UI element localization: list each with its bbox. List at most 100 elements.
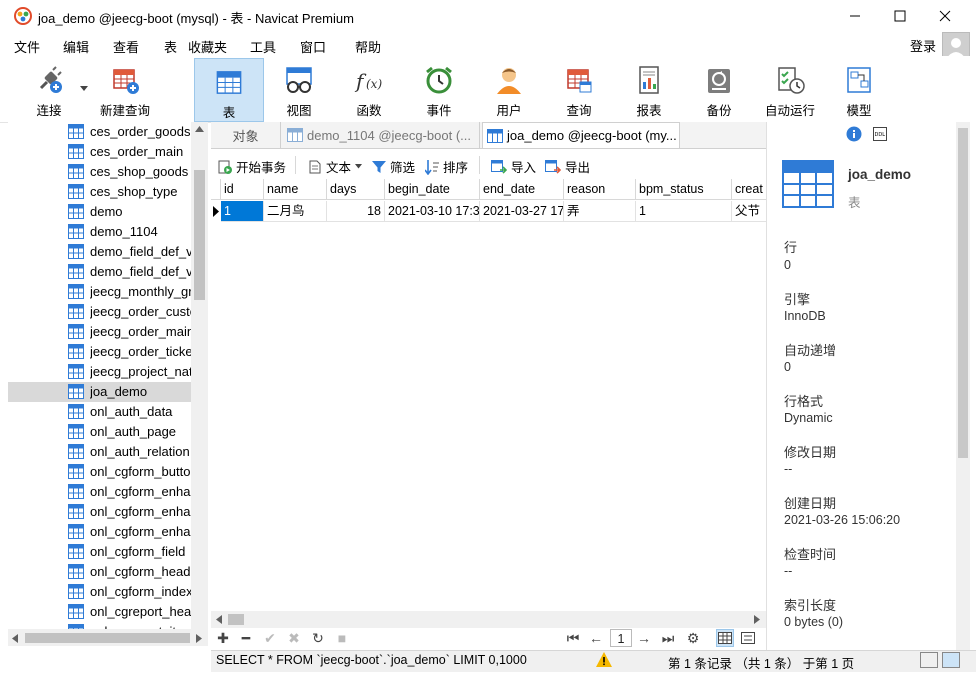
delete-record-button[interactable]: ━ [237, 629, 255, 647]
grid-view-button[interactable] [716, 629, 734, 647]
tree-item-ces-order-goods[interactable]: ces_order_goods [8, 122, 191, 142]
sort-button[interactable]: 排序 [425, 157, 468, 176]
import-button[interactable]: 导入 [491, 157, 536, 176]
tree-item-ces-shop-type[interactable]: ces_shop_type [8, 182, 191, 202]
grid-settings-button[interactable]: ⚙ [684, 629, 702, 647]
table-cell-id[interactable]: 1 [221, 201, 264, 222]
login-link[interactable]: 登录 [910, 36, 936, 55]
tree-hscroll-thumb[interactable] [25, 633, 190, 643]
column-header-name[interactable]: name [264, 179, 327, 200]
stop-button[interactable]: ■ [333, 629, 351, 647]
tree-item-jeecg-monthly[interactable]: jeecg_monthly_gr [8, 282, 191, 302]
page-number-input[interactable]: 1 [610, 629, 632, 647]
tree-item-onl-auth-page[interactable]: onl_auth_page [8, 422, 191, 442]
tree-item-demo-field-def-2[interactable]: demo_field_def_v [8, 262, 191, 282]
table-cell-days[interactable]: 18 [327, 201, 385, 222]
tree-item-jeecg-order-custo[interactable]: jeecg_order_custo [8, 302, 191, 322]
next-page-button[interactable]: → [635, 629, 653, 647]
layout-toggle-button[interactable] [920, 652, 938, 668]
tree-item-onl-cgform-enhar-1[interactable]: onl_cgform_enhar [8, 482, 191, 502]
refresh-button[interactable]: ↻ [309, 629, 327, 647]
toolbar-user-button[interactable]: 用户 [484, 56, 534, 122]
tab-joa-demo[interactable]: joa_demo @jeecg-boot (my... [482, 122, 680, 148]
tab-objects[interactable]: 对象 [211, 122, 281, 148]
toolbar-new-query-button[interactable]: 新建查询 [96, 56, 154, 122]
tree-item-demo[interactable]: demo [8, 202, 191, 222]
menu-file[interactable]: 文件 [14, 37, 40, 56]
column-header-id[interactable]: id [221, 179, 264, 200]
tree-item-demo-field-def-1[interactable]: demo_field_def_va [8, 242, 191, 262]
grid-horizontal-scrollbar[interactable] [211, 611, 766, 628]
add-record-button[interactable]: ✚ [214, 629, 232, 647]
connect-dropdown-icon[interactable] [80, 86, 88, 92]
data-grid[interactable] [211, 178, 766, 611]
column-header-end-date[interactable]: end_date [480, 179, 564, 200]
tree-item-ces-order-main[interactable]: ces_order_main [8, 142, 191, 162]
toolbar-backup-button[interactable]: 备份 [694, 56, 744, 122]
grid-hscroll-thumb[interactable] [228, 614, 244, 625]
tree-item-onl-cgreport-hea[interactable]: onl_cgreport_hea [8, 602, 191, 622]
tree-item-ces-shop-goods[interactable]: ces_shop_goods [8, 162, 191, 182]
toolbar-connect-button[interactable]: 连接 [22, 56, 76, 122]
menu-view[interactable]: 查看 [113, 37, 139, 56]
toolbar-query-button[interactable]: 查询 [554, 56, 604, 122]
scroll-right-icon[interactable] [754, 615, 760, 624]
discard-changes-button[interactable]: ✖ [285, 629, 303, 647]
begin-transaction-button[interactable]: 开始事务 [218, 157, 286, 176]
info-panel-scroll-thumb[interactable] [958, 128, 968, 458]
close-button[interactable] [922, 0, 968, 32]
tree-item-onl-cgform-head[interactable]: onl_cgform_head [8, 562, 191, 582]
column-header-days[interactable]: days [327, 179, 385, 200]
first-page-button[interactable]: ⏮ [564, 629, 582, 647]
toolbar-report-button[interactable]: 报表 [624, 56, 674, 122]
minimize-button[interactable] [832, 0, 878, 32]
column-header-bpm-status[interactable]: bpm_status [636, 179, 732, 200]
menu-favorites[interactable]: 收藏夹 [188, 37, 227, 56]
info-panel-toggle-button[interactable] [942, 652, 960, 668]
toolbar-function-button[interactable]: f (x) 函数 [344, 56, 394, 122]
table-cell-bpm-status[interactable]: 1 [636, 201, 732, 222]
tree-item-jeecg-project-nat[interactable]: jeecg_project_nat [8, 362, 191, 382]
table-cell-begin-date[interactable]: 2021-03-10 17:3 [385, 201, 480, 222]
tree-item-jeecg-order-ticke[interactable]: jeecg_order_ticke [8, 342, 191, 362]
tree-item-onl-cgreport-item[interactable]: onl_cgreport_item [8, 622, 191, 629]
toolbar-model-button[interactable]: 模型 [834, 56, 884, 122]
table-cell-create[interactable]: 父节 [732, 201, 766, 222]
info-icon[interactable] [846, 126, 862, 142]
tree-item-onl-cgform-index[interactable]: onl_cgform_index [8, 582, 191, 602]
tree-item-onl-cgform-enhar-3[interactable]: onl_cgform_enhar [8, 522, 191, 542]
maximize-button[interactable] [877, 0, 923, 32]
last-page-button[interactable]: ⏭ [659, 629, 677, 647]
tree-item-onl-auth-data[interactable]: onl_auth_data [8, 402, 191, 422]
ddl-icon[interactable]: DDL [873, 127, 887, 141]
tree-item-onl-cgform-butto[interactable]: onl_cgform_butto [8, 462, 191, 482]
prev-page-button[interactable]: ← [587, 629, 605, 647]
column-header-begin-date[interactable]: begin_date [385, 179, 480, 200]
tree-item-jeecg-order-main[interactable]: jeecg_order_main [8, 322, 191, 342]
object-tree[interactable]: ces_order_goods ces_order_main ces_shop_… [8, 122, 208, 629]
menu-help[interactable]: 帮助 [355, 37, 381, 56]
menu-window[interactable]: 窗口 [300, 37, 326, 56]
text-view-button[interactable]: 文本 [308, 157, 366, 176]
toolbar-table-button[interactable]: 表 [194, 58, 264, 122]
toolbar-view-button[interactable]: 视图 [274, 56, 324, 122]
column-header-create[interactable]: creat [732, 179, 766, 200]
tree-item-onl-cgform-enhar-2[interactable]: onl_cgform_enhar [8, 502, 191, 522]
tree-item-onl-cgform-field[interactable]: onl_cgform_field [8, 542, 191, 562]
scroll-up-icon[interactable] [195, 126, 204, 132]
menu-tools[interactable]: 工具 [250, 37, 276, 56]
column-header-reason[interactable]: reason [564, 179, 636, 200]
scroll-left-icon[interactable] [12, 634, 18, 643]
scroll-left-icon[interactable] [216, 615, 222, 624]
toolbar-event-button[interactable]: 事件 [414, 56, 464, 122]
tab-demo-1104[interactable]: demo_1104 @jeecg-boot (... [283, 122, 480, 148]
apply-changes-button[interactable]: ✔ [261, 629, 279, 647]
menu-edit[interactable]: 编辑 [63, 37, 89, 56]
tree-item-demo-1104[interactable]: demo_1104 [8, 222, 191, 242]
table-cell-end-date[interactable]: 2021-03-27 17 [480, 201, 564, 222]
scroll-right-icon[interactable] [196, 634, 202, 643]
tree-item-onl-auth-relation[interactable]: onl_auth_relation [8, 442, 191, 462]
tree-item-joa-demo[interactable]: joa_demo [8, 382, 191, 402]
warning-icon[interactable] [596, 652, 612, 667]
filter-button[interactable]: 筛选 [372, 157, 415, 176]
